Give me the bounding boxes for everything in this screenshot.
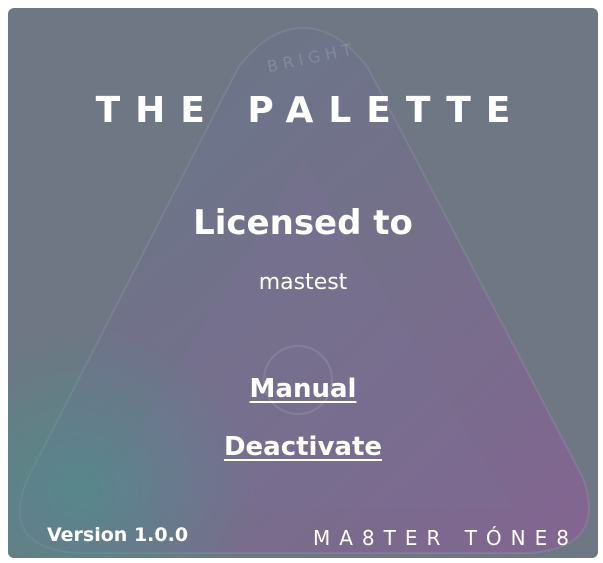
version-label: Version 1.0.0 [47, 524, 189, 546]
about-panel: BRIGHT THE PALETTE Licensed to mastest M… [8, 8, 598, 558]
licensee-name: mastest [258, 270, 348, 295]
licensed-to-heading: Licensed to [193, 203, 413, 243]
deactivate-link-row: Deactivate [8, 432, 598, 462]
deactivate-link[interactable]: Deactivate [224, 432, 382, 462]
manual-link[interactable]: Manual [250, 374, 357, 404]
brand-logo-text: MA8TER TÓNE8 [312, 526, 578, 550]
manual-link-row: Manual [8, 374, 598, 404]
app-title: THE PALETTE [95, 90, 526, 131]
